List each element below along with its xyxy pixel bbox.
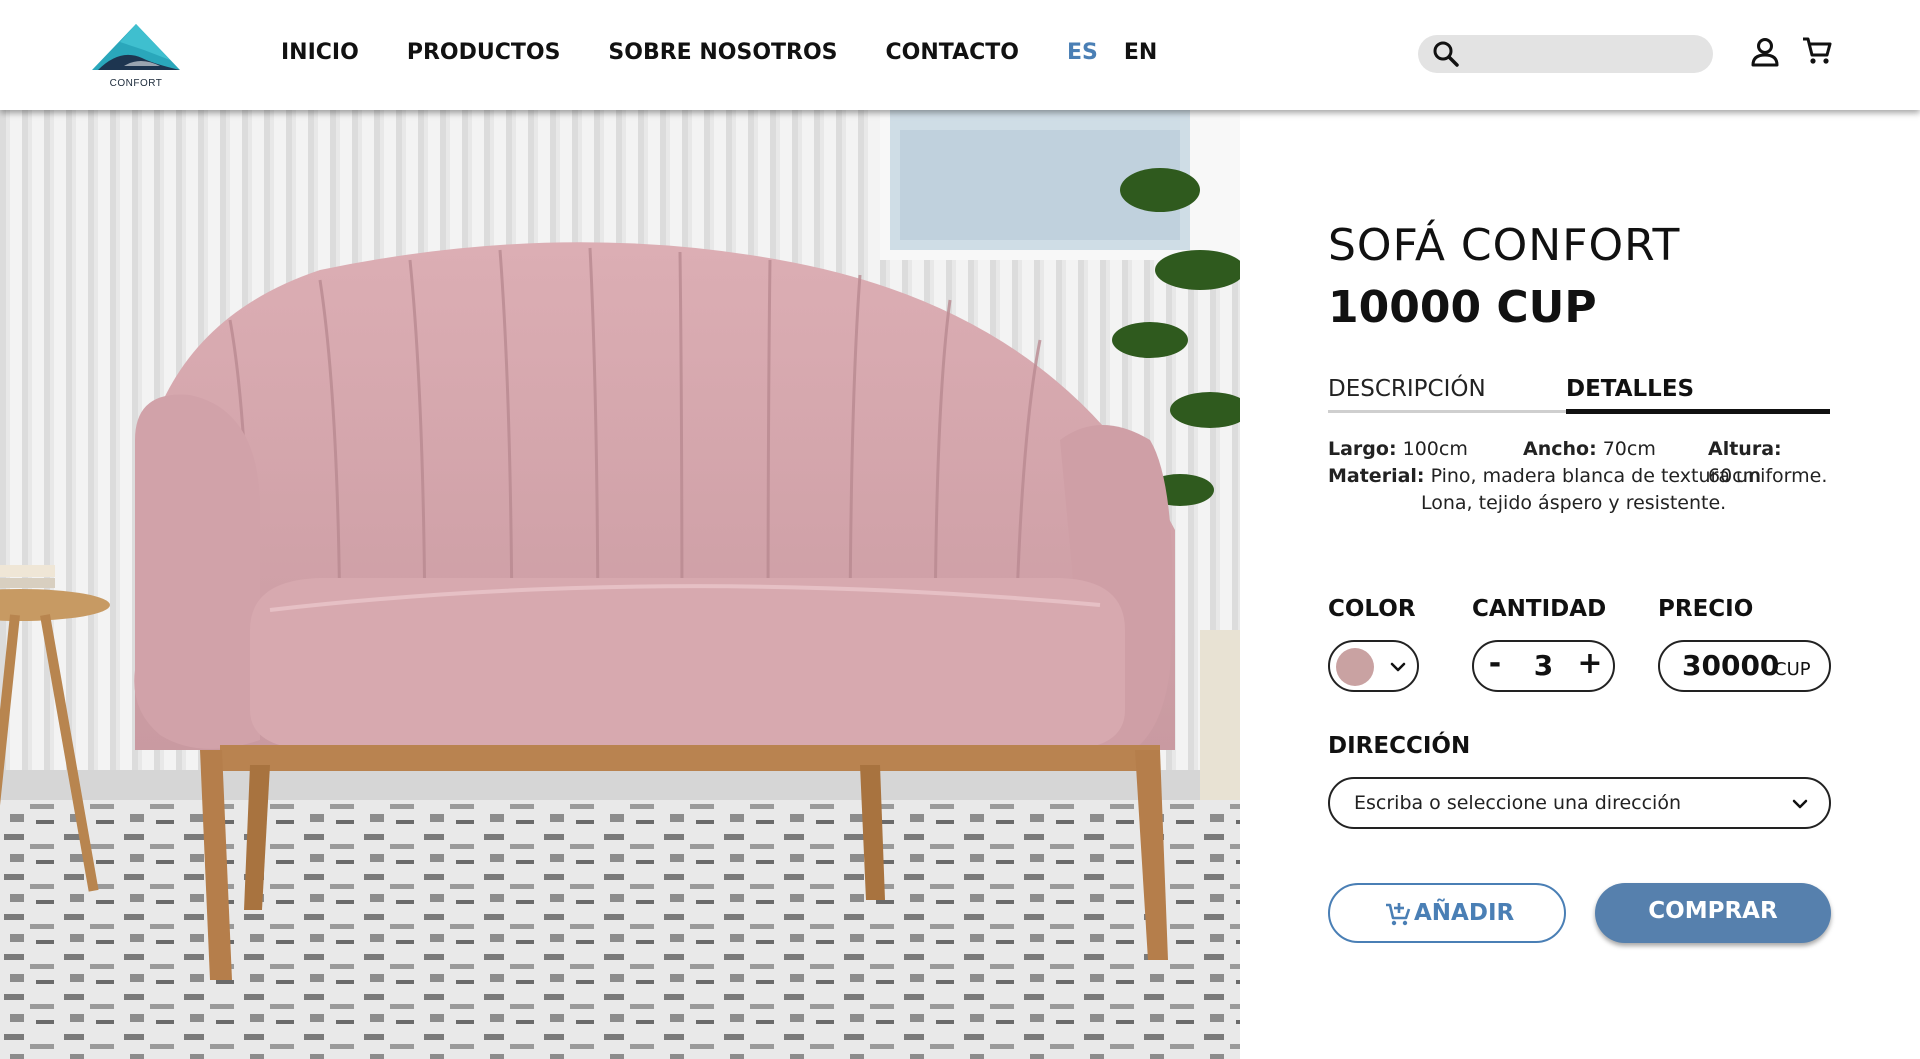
tab-descripcion[interactable]: DESCRIPCIÓN	[1328, 376, 1486, 402]
search-bar[interactable]	[1418, 35, 1713, 73]
product-tabs: DESCRIPCIÓN DETALLES	[1328, 376, 1830, 416]
nav-productos[interactable]: PRODUCTOS	[407, 40, 561, 65]
quantity-value: 3	[1533, 649, 1554, 682]
buy-button[interactable]: COMPRAR	[1595, 883, 1831, 943]
total-price-label: PRECIO	[1658, 596, 1754, 622]
product-details: Largo: 100cm Ancho: 70cm Altura: 60cm Ma…	[1328, 436, 1830, 517]
add-button-label: AÑADIR	[1414, 900, 1515, 926]
quantity-label: CANTIDAD	[1472, 596, 1607, 622]
logo-mark-icon	[92, 24, 180, 70]
user-icon[interactable]	[1748, 35, 1782, 69]
material-line-2: Lona, tejido áspero y resistente.	[1421, 492, 1727, 514]
product-price: 10000 CUP	[1328, 282, 1597, 333]
material-label: Material:	[1328, 465, 1425, 487]
chevron-down-icon	[1390, 662, 1406, 672]
quantity-decrease-button[interactable]: -	[1480, 646, 1510, 681]
lang-en[interactable]: EN	[1124, 40, 1157, 65]
active-tab-indicator	[1566, 409, 1830, 414]
nav-inicio[interactable]: INICIO	[281, 40, 359, 65]
nav-contacto[interactable]: CONTACTO	[886, 40, 1019, 65]
confort-logo[interactable]: CONFORT	[90, 22, 182, 92]
color-swatch	[1336, 648, 1374, 686]
altura-value: 60cm	[1708, 465, 1762, 487]
quantity-stepper: - 3 +	[1472, 640, 1615, 692]
address-select[interactable]: Escriba o seleccione una dirección	[1328, 777, 1831, 829]
logo-text: CONFORT	[109, 78, 163, 89]
largo-label: Largo:	[1328, 438, 1397, 460]
ancho-label: Ancho:	[1523, 438, 1597, 460]
quantity-increase-button[interactable]: +	[1575, 646, 1605, 681]
ancho-value: 70cm	[1602, 438, 1656, 460]
cart-icon[interactable]	[1800, 34, 1834, 68]
main-nav: INICIO PRODUCTOS SOBRE NOSOTROS CONTACTO…	[281, 40, 1157, 65]
cart-plus-icon	[1386, 903, 1411, 926]
color-select[interactable]	[1328, 640, 1419, 692]
address-placeholder: Escriba o seleccione una dirección	[1354, 792, 1681, 814]
chevron-down-icon	[1792, 799, 1808, 809]
top-navbar: CONFORT INICIO PRODUCTOS SOBRE NOSOTROS …	[0, 0, 1920, 110]
largo-value: 100cm	[1402, 438, 1468, 460]
address-label: DIRECCIÓN	[1328, 733, 1471, 759]
product-image	[0, 110, 1240, 1059]
nav-sobre-nosotros[interactable]: SOBRE NOSOTROS	[608, 40, 837, 65]
color-label: COLOR	[1328, 596, 1416, 622]
sofa-illustration	[0, 110, 1240, 1059]
search-input[interactable]	[1468, 39, 1698, 69]
total-price-currency: CUP	[1774, 659, 1811, 680]
total-price-value: 30000	[1682, 649, 1780, 682]
add-to-cart-button[interactable]: AÑADIR	[1328, 883, 1566, 943]
buy-button-label: COMPRAR	[1648, 898, 1778, 924]
product-panel: SOFÁ CONFORT 10000 CUP DESCRIPCIÓN DETAL…	[1240, 110, 1920, 1059]
tab-detalles[interactable]: DETALLES	[1566, 376, 1694, 402]
search-icon[interactable]	[1432, 40, 1460, 68]
altura-label: Altura:	[1708, 438, 1782, 460]
lang-es[interactable]: ES	[1067, 40, 1098, 65]
product-title: SOFÁ CONFORT	[1328, 220, 1681, 271]
total-price-box: 30000 CUP	[1658, 640, 1831, 692]
